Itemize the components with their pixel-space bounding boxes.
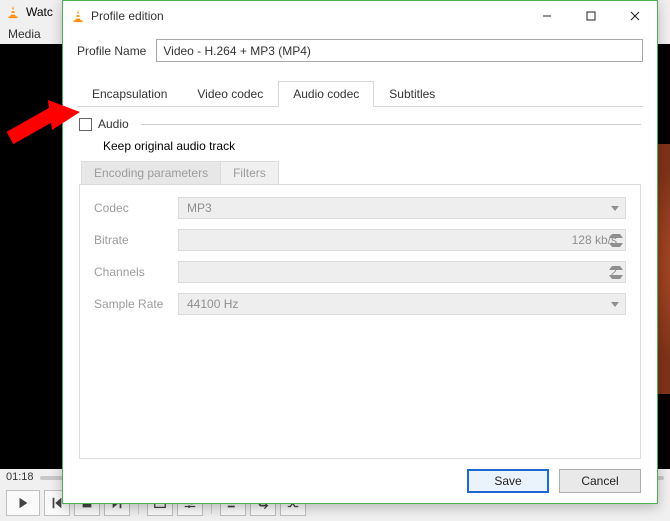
dialog-body: Profile Name Encapsulation Video codec A… (63, 31, 657, 459)
audio-checkbox[interactable] (79, 118, 92, 131)
time-elapsed: 01:18 (6, 471, 34, 483)
menu-media[interactable]: Media (8, 27, 41, 41)
spin-buttons[interactable] (609, 231, 623, 249)
vlc-title-text: Watc (26, 5, 53, 19)
keep-original-row: Keep original audio track (97, 139, 641, 153)
dialog-title: Profile edition (91, 9, 525, 23)
audio-codec-panel: Audio Keep original audio track Encoding… (77, 107, 643, 459)
spin-buttons[interactable] (609, 263, 623, 281)
tab-audio-codec[interactable]: Audio codec (278, 81, 374, 107)
profile-edition-dialog: Profile edition Profile Name Encapsulati… (62, 0, 658, 504)
play-button[interactable] (6, 490, 40, 516)
keep-original-label: Keep original audio track (103, 139, 235, 153)
samplerate-value: 44100 Hz (187, 297, 617, 311)
codec-row: Codec MP3 (94, 197, 626, 219)
codec-value: MP3 (187, 201, 617, 215)
bitrate-label: Bitrate (94, 233, 178, 247)
bitrate-value: 128 kb/s (187, 233, 617, 247)
cancel-button[interactable]: Cancel (559, 469, 641, 493)
bitrate-row: Bitrate 128 kb/s (94, 229, 626, 251)
subtab-filters[interactable]: Filters (221, 161, 279, 185)
samplerate-row: Sample Rate 44100 Hz (94, 293, 626, 315)
profile-name-label: Profile Name (77, 44, 146, 58)
samplerate-label: Sample Rate (94, 297, 178, 311)
vlc-cone-icon (6, 5, 20, 19)
subtab-encoding[interactable]: Encoding parameters (81, 161, 221, 185)
dialog-footer: Save Cancel (63, 459, 657, 503)
tab-encapsulation[interactable]: Encapsulation (77, 81, 182, 107)
channels-row: Channels 2 (94, 261, 626, 283)
vlc-cone-icon (71, 9, 85, 23)
profile-name-row: Profile Name (77, 39, 643, 62)
chevron-down-icon (607, 200, 623, 216)
tab-video-codec[interactable]: Video codec (182, 81, 278, 107)
channels-value: 2 (187, 265, 617, 279)
save-button[interactable]: Save (467, 469, 549, 493)
close-button[interactable] (613, 2, 657, 30)
chevron-down-icon (607, 296, 623, 312)
codec-label: Codec (94, 201, 178, 215)
codec-select[interactable]: MP3 (178, 197, 626, 219)
samplerate-select[interactable]: 44100 Hz (178, 293, 626, 315)
sub-tabs: Encoding parameters Filters (81, 161, 641, 185)
profile-name-input[interactable] (156, 39, 643, 62)
bitrate-spinbox[interactable]: 128 kb/s (178, 229, 626, 251)
audio-checkbox-label: Audio (98, 117, 129, 131)
divider (141, 124, 641, 125)
maximize-button[interactable] (569, 2, 613, 30)
audio-enable-row: Audio (79, 117, 641, 131)
minimize-button[interactable] (525, 2, 569, 30)
dialog-titlebar[interactable]: Profile edition (63, 1, 657, 31)
channels-label: Channels (94, 265, 178, 279)
main-tabs: Encapsulation Video codec Audio codec Su… (77, 80, 643, 107)
tab-subtitles[interactable]: Subtitles (374, 81, 450, 107)
channels-spinbox[interactable]: 2 (178, 261, 626, 283)
encoding-parameters-panel: Codec MP3 Bitrate 128 kb/s Channels (79, 184, 641, 459)
